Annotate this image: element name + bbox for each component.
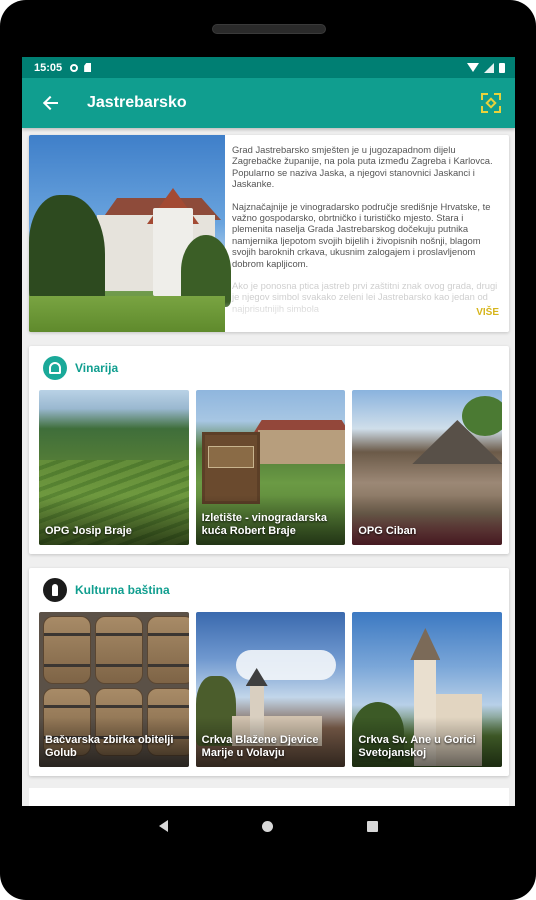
place-card[interactable]: OPG Josip Braje: [39, 390, 189, 545]
system-nav-bar: [0, 806, 536, 846]
section-title: Vinarija: [75, 361, 119, 375]
section-header: Vinarija: [39, 355, 502, 381]
place-card-label: Izletište - vinogradarska kuća Robert Br…: [201, 512, 327, 537]
nav-home-icon[interactable]: [261, 820, 273, 832]
place-card[interactable]: Crkva Sv. Ane u Gorici Svetojanskoj: [352, 612, 503, 767]
nav-back-icon[interactable]: [158, 820, 168, 832]
section-header: Kulturna baština: [39, 577, 502, 603]
battery-icon: [499, 62, 505, 73]
intro-text: Grad Jastrebarsko smješten je u jugozapa…: [225, 135, 509, 332]
screen: 15:05 Jastrebarsko Grad Jastrebarsko smj…: [22, 57, 515, 806]
section-title: Kulturna baština: [75, 583, 170, 597]
place-card-label: Crkva Blažene Djevice Marije u Volavju: [201, 734, 319, 759]
ar-scan-icon[interactable]: [481, 93, 501, 113]
next-section-peek: [29, 788, 509, 806]
section-vinarija: Vinarija OPG Josip Braje Izletište - vin…: [29, 346, 509, 554]
device-frame: 15:05 Jastrebarsko Grad Jastrebarsko smj…: [0, 0, 536, 900]
status-bar: 15:05: [22, 57, 515, 78]
place-card[interactable]: Crkva Blažene Djevice Marije u Volavju: [195, 612, 346, 767]
section-kulturna-bastina: Kulturna baština Bačvarska zbirka obitel…: [29, 568, 509, 776]
gear-icon: [70, 63, 79, 72]
more-link[interactable]: VIŠE: [476, 307, 499, 318]
place-card[interactable]: Bačvarska zbirka obitelji Golub: [39, 612, 189, 767]
place-card-label: OPG Ciban: [358, 525, 417, 537]
heritage-bottle-icon: [43, 578, 67, 602]
content-scroll[interactable]: Grad Jastrebarsko smješten je u jugozapa…: [22, 128, 515, 806]
castle-photo: [29, 135, 231, 332]
place-card[interactable]: Izletište - vinogradarska kuća Robert Br…: [195, 390, 346, 545]
place-card-label: Bačvarska zbirka obitelji Golub: [45, 734, 174, 759]
intro-card: Grad Jastrebarsko smješten je u jugozapa…: [29, 135, 509, 332]
place-card-label: OPG Josip Braje: [45, 525, 132, 537]
status-time: 15:05: [34, 61, 63, 74]
app-bar: Jastrebarsko: [22, 78, 515, 128]
wifi-icon: [467, 63, 479, 72]
card-row: OPG Josip Braje Izletište - vinogradarsk…: [39, 390, 503, 545]
card-row: Bačvarska zbirka obitelji Golub Crkva Bl…: [39, 612, 503, 767]
signal-icon: [484, 62, 494, 73]
place-card[interactable]: OPG Ciban: [352, 390, 503, 545]
intro-paragraph: Grad Jastrebarsko smješten je u jugozapa…: [232, 144, 493, 190]
page-title: Jastrebarsko: [87, 94, 187, 111]
arrow-left-icon[interactable]: [42, 94, 60, 112]
sd-card-icon: [84, 63, 92, 72]
nav-recents-icon[interactable]: [366, 820, 378, 832]
place-card-label: Crkva Sv. Ane u Gorici Svetojanskoj: [358, 734, 476, 759]
speaker-grille: [212, 24, 326, 34]
intro-paragraph: Najznačajnije je vinogradarsko područje …: [232, 200, 491, 269]
wine-grapes-icon: [43, 356, 67, 380]
